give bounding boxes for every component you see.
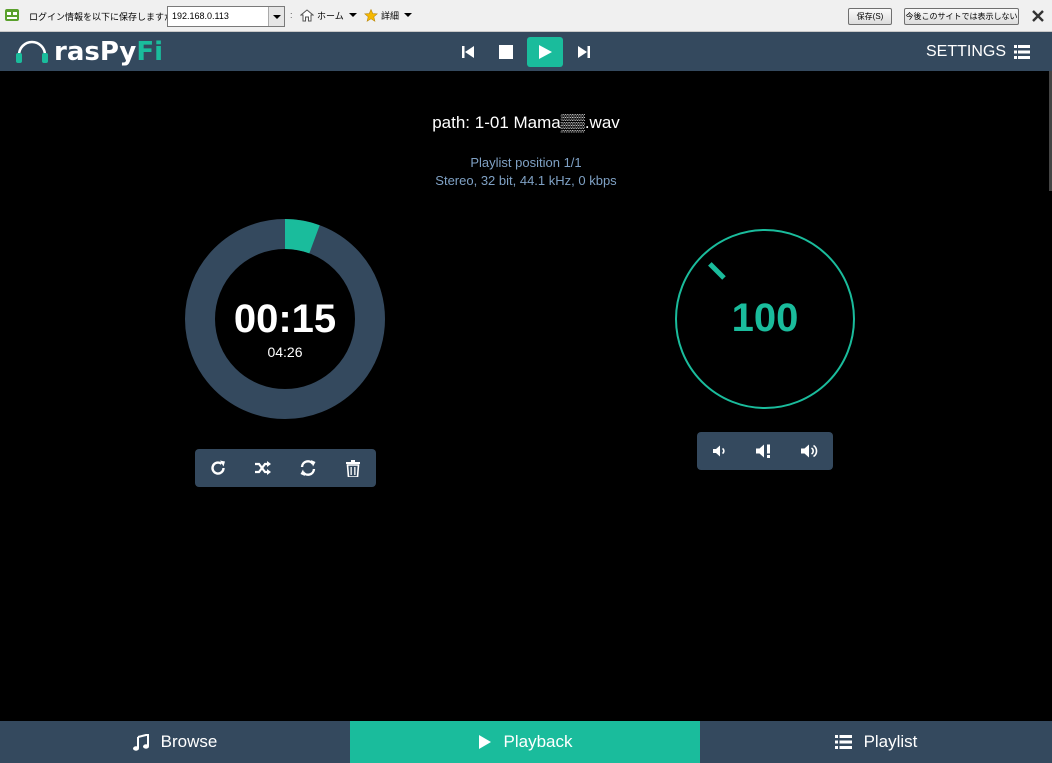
settings-label: SETTINGS [925,43,1006,60]
elapsed-time: 00:15 [233,297,337,341]
total-time: 04:26 [267,344,303,360]
volume-up-icon [800,444,817,458]
skip-next-icon [578,46,590,58]
trash-icon [345,459,360,477]
volume-level: 100 [731,296,799,340]
stop-icon [499,45,513,59]
save-prompt-text: ログイン情報を以下に保存しますか: [29,12,176,22]
address-value: 192.168.0.113 [172,11,229,21]
star-icon [364,8,378,22]
volume-down-button[interactable] [697,432,742,470]
shuffle-icon [254,461,271,475]
time-progress-arc [284,219,320,254]
address-combobox[interactable]: 192.168.0.113 [167,6,285,27]
skip-previous-icon [462,46,474,58]
previous-button[interactable] [450,37,486,67]
playback-mode-toolbar [195,449,376,487]
tab-playback-label: Playback [503,732,573,751]
close-icon[interactable] [1031,9,1045,23]
music-note-icon [132,733,149,751]
playlist-position: Playlist position 1/1 [470,155,582,170]
home-label: ホーム [317,11,344,21]
repeat-button[interactable] [195,449,240,487]
shuffle-button[interactable] [240,449,285,487]
logo-text-fi: Fi [136,37,164,67]
headphones-logo-icon [16,40,48,63]
app-header: rasPyFi SETTINGS [0,32,1052,71]
volume-down-icon [712,445,725,457]
audio-format: Stereo, 32 bit, 44.1 kHz, 0 kbps [435,173,617,188]
tab-playlist[interactable]: Playlist [700,721,1052,763]
home-menu[interactable]: ホーム [299,9,357,22]
logo-text: rasPyFi [54,37,163,67]
play-icon [478,735,491,749]
tab-playlist-label: Playlist [863,732,918,751]
details-caret-icon [404,13,413,17]
volume-mute-icon [755,444,770,458]
mute-button[interactable] [742,432,787,470]
clear-playlist-button[interactable] [330,449,375,487]
home-icon [299,9,315,22]
separator: : [290,10,293,20]
refresh-icon [300,460,315,476]
repeat-icon [210,460,225,475]
next-button[interactable] [566,37,602,67]
home-caret-icon [348,13,357,17]
single-repeat-button[interactable] [285,449,330,487]
play-icon [539,45,552,59]
tab-browse[interactable]: Browse [0,721,350,763]
app-icon [5,9,19,21]
save-button[interactable]: 保存(S) [848,8,892,25]
list-icon [834,735,852,749]
details-label: 詳細 [381,11,400,21]
bottom-tab-bar: Browse Playback Playlist [0,721,1052,763]
volume-toolbar [697,432,833,470]
tab-playback[interactable]: Playback [350,721,700,763]
never-save-button[interactable]: 今後このサイトでは表示しない [904,8,1019,25]
track-path: path: 1-01 Mama▒▒.wav [432,113,620,132]
logo-text-raspy: rasPy [54,37,137,67]
tab-browse-label: Browse [160,732,218,751]
play-button[interactable] [527,37,563,67]
details-menu[interactable]: 詳細 [364,8,413,22]
password-save-bar: ログイン情報を以下に保存しますか: 192.168.0.113 : ホーム 詳細… [0,0,1052,32]
list-menu-icon [1014,45,1030,59]
volume-indicator-tick [708,262,726,280]
stop-button[interactable] [488,37,524,67]
volume-up-button[interactable] [787,432,832,470]
combo-dropdown-arrow-icon[interactable] [268,7,284,26]
settings-menu-button[interactable]: SETTINGS [926,43,1030,61]
